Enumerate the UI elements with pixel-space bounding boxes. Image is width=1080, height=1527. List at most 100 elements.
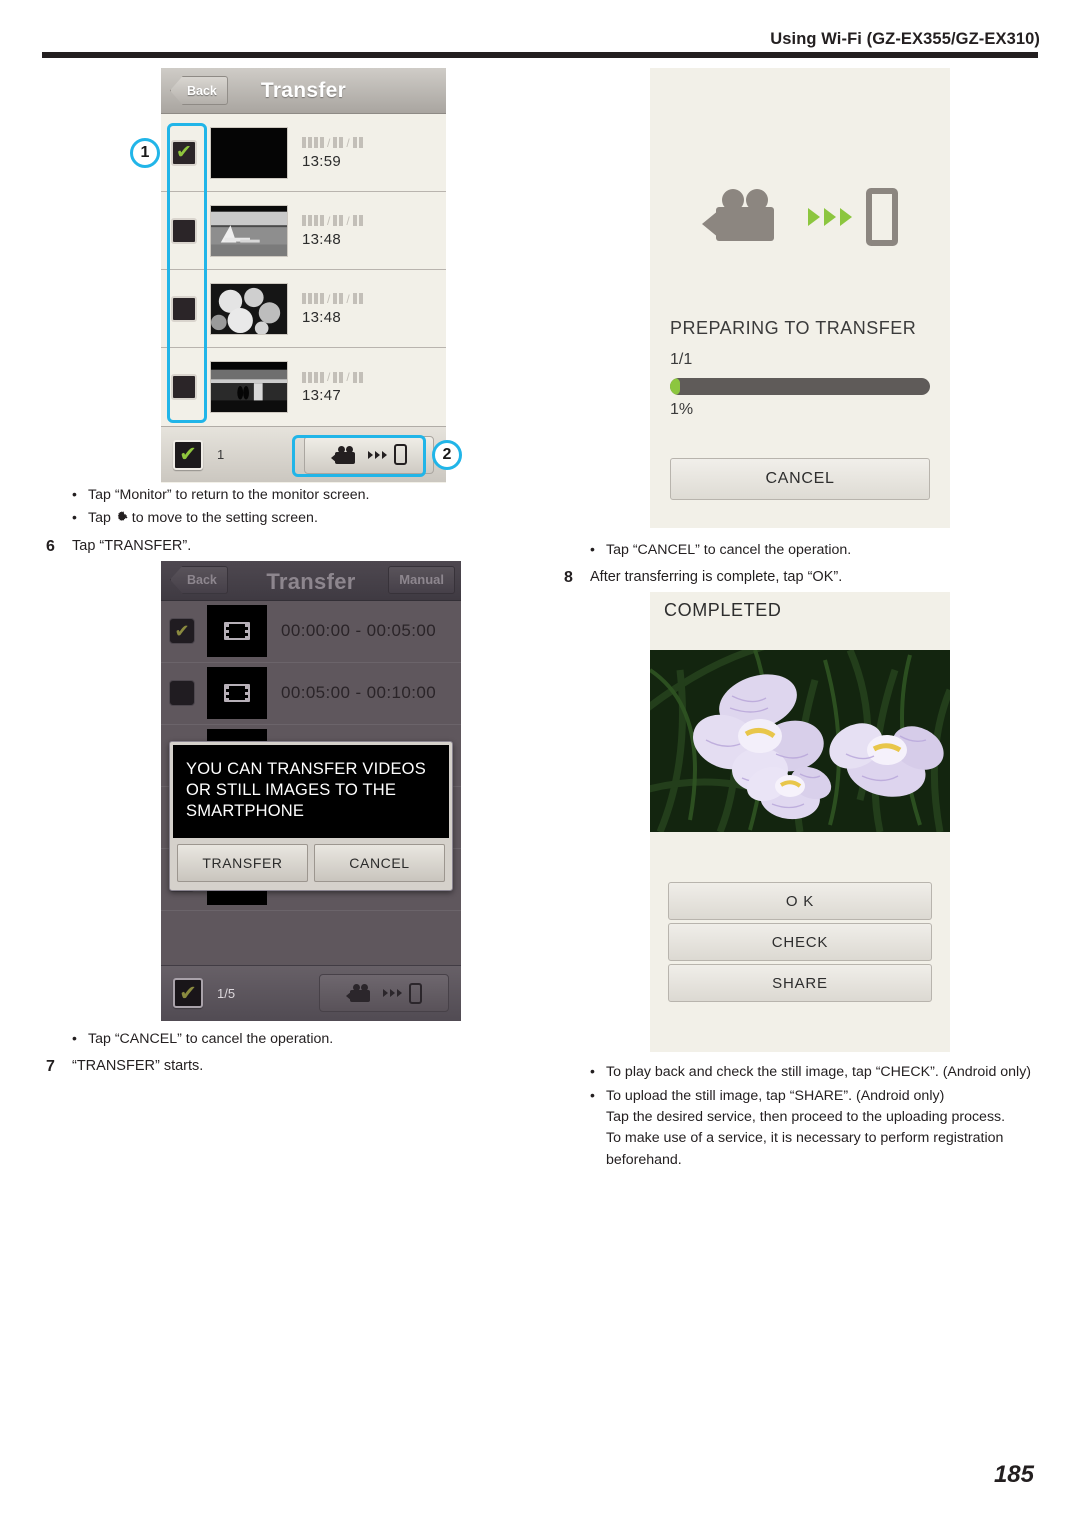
selected-count: 1 bbox=[217, 447, 225, 462]
thumbnail bbox=[210, 204, 288, 257]
thumbnail bbox=[210, 361, 288, 413]
film-strip-icon bbox=[224, 622, 250, 641]
note-cancel-left: Tap “CANCEL” to cancel the operation. bbox=[42, 1028, 542, 1050]
note-monitor-text: Tap “Monitor” to return to the monitor s… bbox=[88, 487, 370, 503]
panel1-title: Transfer bbox=[260, 79, 347, 102]
step-6-text: Tap “TRANSFER”. bbox=[72, 537, 192, 554]
gear-icon bbox=[117, 511, 128, 522]
row-meta: // 13:59 bbox=[302, 136, 363, 170]
transfer-animation-icons bbox=[650, 188, 950, 246]
date-mask: / / bbox=[302, 370, 363, 384]
thumbnail bbox=[210, 126, 288, 179]
left-column: Back Transfer // 13:59 bbox=[42, 68, 542, 1081]
row-time: 13:48 bbox=[302, 230, 342, 248]
panel-transfer-list-wrapper: Back Transfer // 13:59 bbox=[42, 68, 542, 483]
step-8-number: 8 bbox=[564, 569, 573, 587]
date-mask: / / bbox=[302, 136, 363, 150]
step-6-number: 6 bbox=[46, 537, 55, 555]
note-check: To play back and check the still image, … bbox=[560, 1061, 1060, 1083]
thumbnail bbox=[207, 605, 267, 658]
thumbnail bbox=[210, 282, 288, 335]
note-check-text: To play back and check the still image, … bbox=[606, 1064, 1032, 1081]
transfer-status: PREPARING TO TRANSFER bbox=[670, 318, 917, 338]
dialog-cancel-button[interactable]: CANCEL bbox=[314, 843, 445, 882]
progress-percent: 1% bbox=[670, 401, 694, 418]
clip-range: 00:00:00 - 00:05:00 bbox=[281, 621, 437, 641]
row-time: 13:59 bbox=[302, 152, 342, 170]
row-checkbox[interactable] bbox=[169, 618, 195, 645]
row-time: 13:47 bbox=[302, 387, 342, 404]
header-rule bbox=[42, 52, 1038, 58]
right-column: PREPARING TO TRANSFER 1/1 1% CANCEL Tap … bbox=[560, 68, 1060, 1173]
date-mask: / / bbox=[302, 214, 363, 228]
smartphone-icon bbox=[866, 188, 898, 246]
panel-transfer-dialog: Back Transfer Manual 00:00:00 - 00:05:00… bbox=[161, 560, 461, 1021]
row-checkbox[interactable] bbox=[169, 680, 195, 707]
transfer-to-phone-button[interactable] bbox=[319, 974, 449, 1013]
step-8-text: After transferring is complete, tap “OK”… bbox=[590, 569, 843, 586]
page-title: Using Wi-Fi (GZ-EX355/GZ-EX310) bbox=[770, 30, 1040, 48]
note-setting: Tap to move to the setting screen. bbox=[42, 507, 542, 529]
note-monitor: Tap “Monitor” to return to the monitor s… bbox=[42, 484, 542, 506]
progress-bar-fill bbox=[670, 378, 681, 395]
selected-count: 1/5 bbox=[217, 985, 236, 1001]
camcorder-icon bbox=[702, 189, 794, 245]
clip-range: 00:05:00 - 00:10:00 bbox=[281, 683, 437, 703]
row-meta: // 13:48 bbox=[302, 292, 363, 326]
panel2-footer: 1/5 bbox=[161, 964, 461, 1021]
note-cancel-right-text: Tap “CANCEL” to cancel the operation. bbox=[606, 542, 852, 558]
step-6: 6 Tap “TRANSFER”. bbox=[42, 536, 542, 557]
panel-preparing-transfer: PREPARING TO TRANSFER 1/1 1% CANCEL bbox=[650, 68, 950, 528]
callout-2: 2 bbox=[432, 440, 462, 470]
cancel-button[interactable]: CANCEL bbox=[670, 458, 930, 500]
callout-1-highlight bbox=[167, 123, 207, 423]
step-7: 7 “TRANSFER” starts. bbox=[42, 1056, 542, 1077]
note-setting-suffix: to move to the setting screen. bbox=[127, 510, 318, 527]
completed-title: COMPLETED bbox=[664, 600, 782, 621]
transferred-photo bbox=[650, 650, 950, 833]
note-cancel-right: Tap “CANCEL” to cancel the operation. bbox=[560, 539, 1060, 561]
panel-completed: COMPLETED O K CHECK SHARE bbox=[650, 592, 950, 1053]
list-item[interactable]: 00:00:00 - 00:05:00 bbox=[161, 601, 461, 663]
ok-button[interactable]: O K bbox=[668, 882, 932, 921]
check-button[interactable]: CHECK bbox=[668, 923, 932, 962]
date-mask: / / bbox=[302, 292, 363, 306]
thumbnail bbox=[207, 667, 267, 720]
page-header: Using Wi-Fi (GZ-EX355/GZ-EX310) bbox=[42, 30, 1040, 64]
callout-1: 1 bbox=[130, 138, 160, 168]
note-cancel-left-text: Tap “CANCEL” to cancel the operation. bbox=[88, 1030, 334, 1047]
list-item[interactable]: 00:05:00 - 00:10:00 bbox=[161, 663, 461, 725]
step-7-text: “TRANSFER” starts. bbox=[72, 1057, 204, 1074]
dialog-message: YOU CAN TRANSFER VIDEOS OR STILL IMAGES … bbox=[173, 744, 449, 838]
panel1-header: Back Transfer bbox=[161, 68, 446, 114]
arrows-icon bbox=[808, 208, 852, 226]
smartphone-icon bbox=[409, 982, 422, 1004]
panel2-header: Back Transfer Manual bbox=[161, 560, 461, 601]
row-time: 13:48 bbox=[302, 308, 342, 326]
dialog-buttons: TRANSFER CANCEL bbox=[173, 838, 449, 887]
film-strip-icon bbox=[224, 684, 250, 703]
page-number: 185 bbox=[993, 1461, 1034, 1488]
transfer-confirm-dialog: YOU CAN TRANSFER VIDEOS OR STILL IMAGES … bbox=[169, 740, 453, 891]
manual-button[interactable]: Manual bbox=[388, 565, 455, 594]
manual-button-label: Manual bbox=[399, 572, 444, 588]
arrows-icon bbox=[383, 989, 402, 998]
select-all-checkbox[interactable] bbox=[173, 978, 203, 1009]
share-button[interactable]: SHARE bbox=[668, 964, 932, 1003]
note-share-cont-3: beforehand. bbox=[606, 1151, 682, 1168]
note-share-text: To upload the still image, tap “SHARE”. … bbox=[606, 1087, 945, 1104]
row-meta: // 13:48 bbox=[302, 214, 363, 248]
step-7-number: 7 bbox=[46, 1057, 55, 1075]
dialog-transfer-button[interactable]: TRANSFER bbox=[177, 843, 308, 882]
row-meta: // 13:47 bbox=[302, 370, 363, 404]
note-share-cont-2: To make use of a service, it is necessar… bbox=[606, 1130, 1004, 1147]
step-8: 8 After transferring is complete, tap “O… bbox=[560, 567, 1060, 588]
callout-2-highlight bbox=[292, 435, 426, 477]
select-all-checkbox[interactable] bbox=[173, 439, 203, 470]
transfer-count: 1/1 bbox=[670, 351, 693, 368]
camcorder-icon bbox=[346, 984, 376, 1003]
note-share: To upload the still image, tap “SHARE”. … bbox=[560, 1085, 1060, 1171]
note-setting-prefix: Tap bbox=[88, 510, 115, 527]
note-share-cont-1: Tap the desired service, then proceed to… bbox=[606, 1108, 1006, 1125]
progress-bar bbox=[670, 378, 930, 395]
